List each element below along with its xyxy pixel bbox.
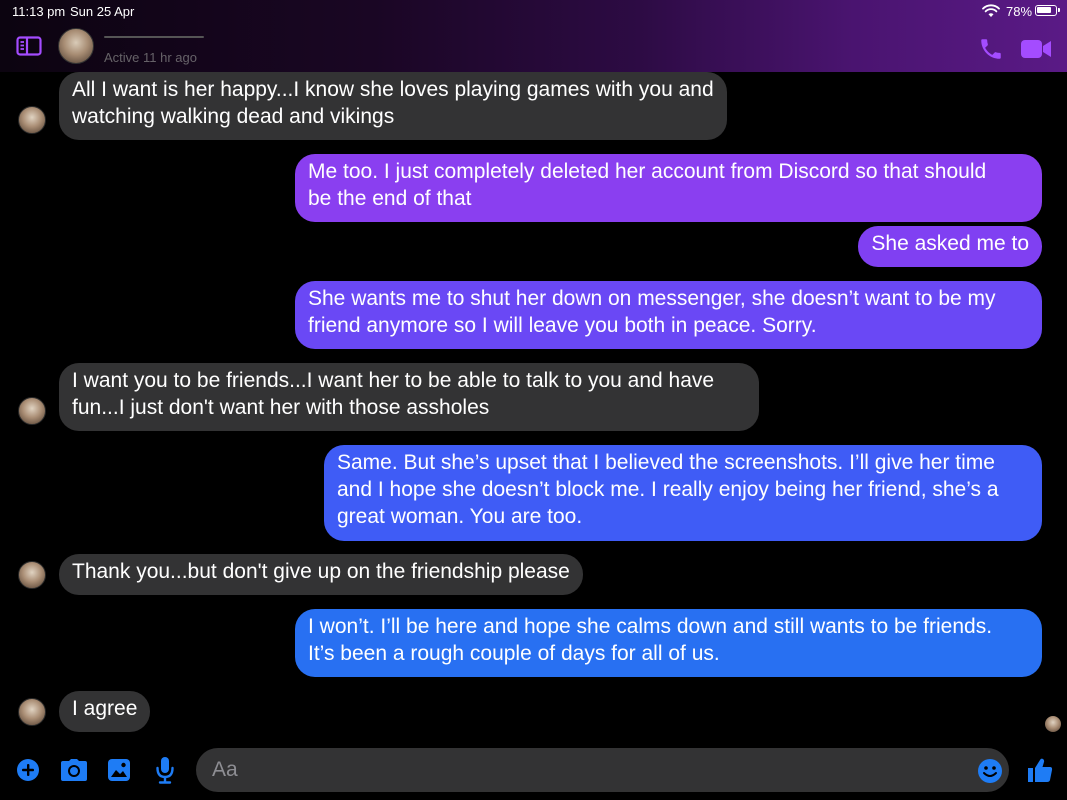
thumbs-up-icon[interactable] <box>1026 756 1054 784</box>
microphone-icon[interactable] <box>155 756 175 784</box>
sender-avatar[interactable] <box>18 106 46 134</box>
contact-name-redacted[interactable] <box>104 28 214 42</box>
incoming-message: I agree <box>0 691 1067 732</box>
message-bubble[interactable]: I won’t. I’ll be here and hope she calms… <box>295 609 1042 677</box>
emoji-icon[interactable] <box>977 758 1003 784</box>
camera-icon[interactable] <box>60 758 88 782</box>
incoming-message: All I want is her happy...I know she lov… <box>0 72 1067 140</box>
sender-avatar[interactable] <box>18 698 46 726</box>
outgoing-message: She asked me to <box>0 226 1067 267</box>
wifi-icon <box>982 4 1000 17</box>
incoming-message: I want you to be friends...I want her to… <box>0 363 1067 431</box>
battery-icon <box>1035 5 1060 16</box>
message-bubble[interactable]: I want you to be friends...I want her to… <box>59 363 759 431</box>
active-status: Active 11 hr ago <box>104 50 197 65</box>
messenger-screen: 11:13 pm Sun 25 Apr 78% Active 11 hr ago… <box>0 0 1067 800</box>
incoming-message: Thank you...but don't give up on the fri… <box>0 554 1067 595</box>
outgoing-message: She wants me to shut her down on messeng… <box>0 281 1067 349</box>
plus-icon[interactable] <box>16 758 40 782</box>
message-bubble[interactable]: Thank you...but don't give up on the fri… <box>59 554 583 595</box>
gallery-icon[interactable] <box>107 758 131 782</box>
sender-avatar[interactable] <box>18 397 46 425</box>
outgoing-message: Same. But she’s upset that I believed th… <box>0 445 1067 541</box>
message-bubble[interactable]: Same. But she’s upset that I believed th… <box>324 445 1042 541</box>
status-time: 11:13 pm <box>12 4 66 19</box>
video-call-icon[interactable] <box>1020 38 1052 60</box>
status-date: Sun 25 Apr <box>70 4 135 19</box>
message-bubble[interactable]: All I want is her happy...I know she lov… <box>59 72 727 140</box>
message-bubble[interactable]: I agree <box>59 691 151 732</box>
message-bubble[interactable]: She wants me to shut her down on messeng… <box>295 281 1042 349</box>
phone-call-icon[interactable] <box>978 36 1004 62</box>
sender-avatar[interactable] <box>18 561 46 589</box>
message-bubble[interactable]: Me too. I just completely deleted her ac… <box>295 154 1042 222</box>
sidebar-toggle-icon[interactable] <box>16 36 42 56</box>
message-bubble[interactable]: She asked me to <box>858 226 1042 267</box>
message-input[interactable] <box>196 748 1009 792</box>
outgoing-message: Me too. I just completely deleted her ac… <box>0 154 1067 222</box>
outgoing-message: I won’t. I’ll be here and hope she calms… <box>0 609 1067 677</box>
conversation-header: 11:13 pm Sun 25 Apr 78% Active 11 hr ago <box>0 0 1067 72</box>
battery-percentage: 78% <box>1006 4 1033 19</box>
contact-avatar[interactable] <box>58 28 94 64</box>
seen-indicator-avatar <box>1045 716 1061 732</box>
